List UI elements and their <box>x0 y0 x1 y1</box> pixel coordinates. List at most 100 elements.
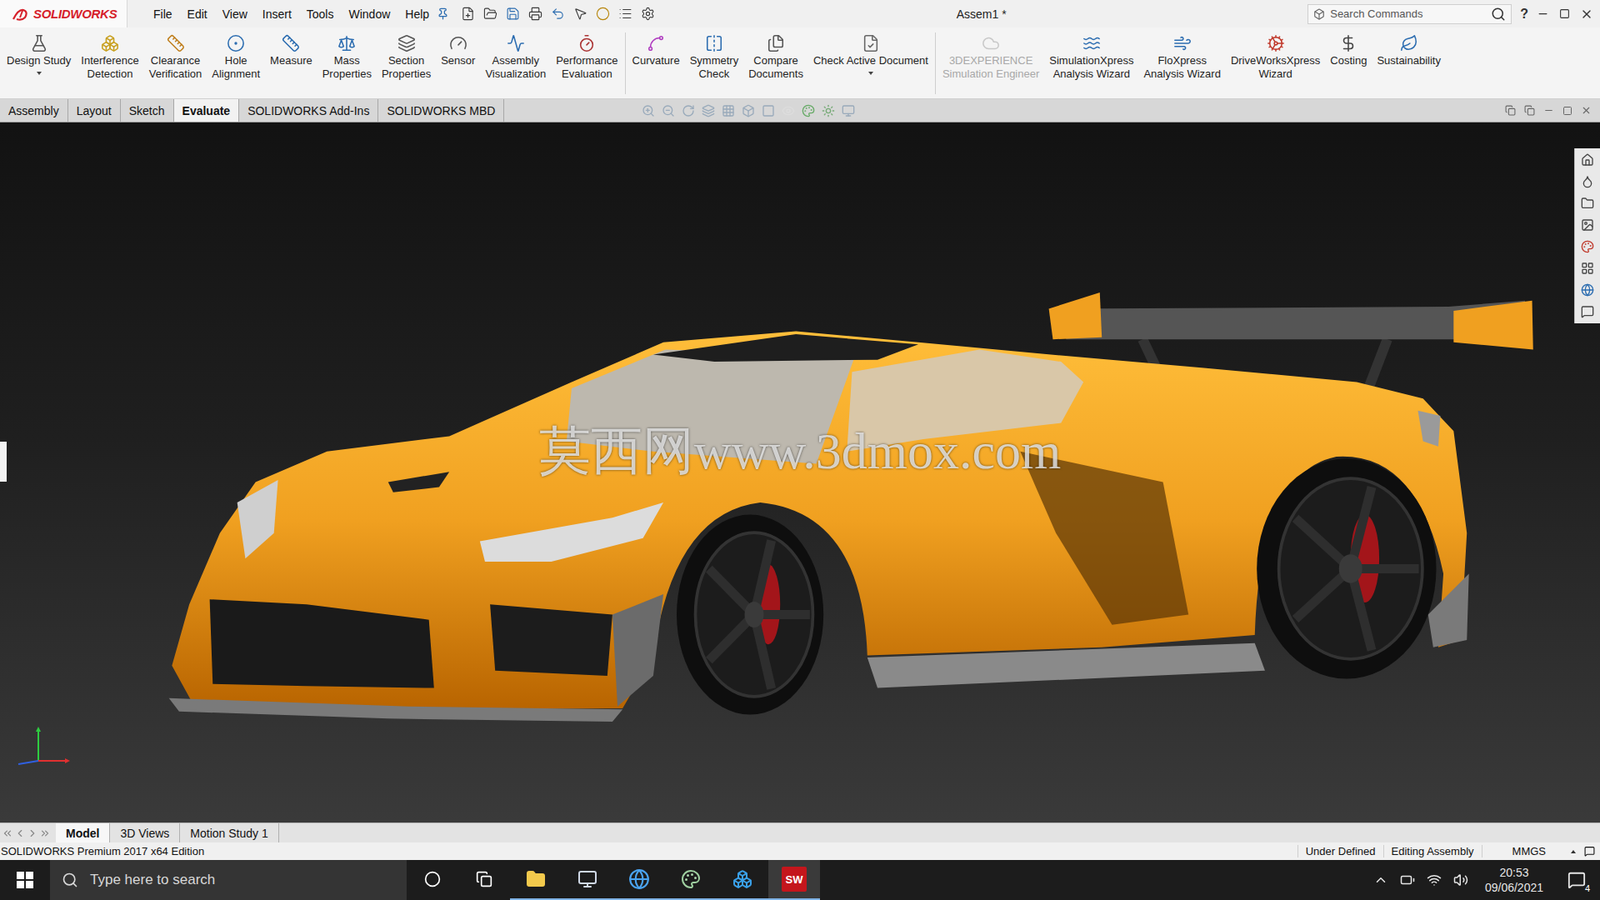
resources-icon[interactable] <box>1580 153 1595 167</box>
print-icon[interactable] <box>528 6 543 21</box>
tile-icon[interactable] <box>1505 105 1516 116</box>
ribbon-button[interactable]: FloXpressAnalysis Wizard <box>1138 32 1225 81</box>
taskbar-app[interactable] <box>665 860 717 900</box>
command-tab[interactable]: Evaluate <box>174 99 240 122</box>
pin-icon[interactable] <box>436 7 450 20</box>
hide-show-icon[interactable] <box>781 104 795 118</box>
doc-minimize-icon[interactable] <box>1543 105 1555 116</box>
taskbar-app[interactable]: SW <box>768 860 820 900</box>
command-tab[interactable]: SOLIDWORKS Add-Ins <box>239 99 379 122</box>
ribbon-button[interactable]: Check Active Document <box>808 32 934 75</box>
display-style-icon[interactable] <box>761 104 775 118</box>
ribbon-button[interactable]: CompareDocuments <box>743 32 809 81</box>
ribbon-button[interactable]: Sensor <box>435 32 480 68</box>
dynamic-annotation-icon[interactable] <box>721 104 735 118</box>
new-file-icon[interactable] <box>460 6 475 21</box>
menu-item[interactable]: Insert <box>255 4 300 25</box>
search-icon[interactable] <box>1490 6 1506 22</box>
cascade-icon[interactable] <box>1524 105 1535 116</box>
search-commands[interactable]: Search Commands <box>1307 4 1512 25</box>
menu-item[interactable]: View <box>215 4 255 25</box>
menu-item[interactable]: Help <box>397 4 437 25</box>
model-tab[interactable]: Motion Study 1 <box>180 823 279 843</box>
menu-item[interactable]: Tools <box>299 4 342 25</box>
taskbar-app[interactable] <box>716 860 769 900</box>
undo-icon[interactable] <box>550 6 565 21</box>
command-tab[interactable]: Sketch <box>120 99 175 122</box>
zoom-area-icon[interactable] <box>661 104 675 118</box>
cortana-button[interactable] <box>406 860 459 900</box>
ribbon-button[interactable]: Design Study <box>1 32 76 75</box>
menu-item[interactable]: Edit <box>180 4 215 25</box>
status-message-icon[interactable] <box>1584 845 1595 857</box>
ribbon-button[interactable]: AssemblyVisualization <box>480 32 551 81</box>
start-button[interactable] <box>0 860 50 900</box>
clock[interactable]: 20:5309/06/2021 <box>1480 865 1549 895</box>
select-icon[interactable] <box>573 6 588 21</box>
section-view-icon[interactable] <box>701 104 715 118</box>
ribbon-button[interactable]: DriveWorksXpressWizard <box>1225 32 1325 81</box>
next-tab-icon[interactable] <box>26 827 39 840</box>
rebuild-icon[interactable] <box>595 6 610 21</box>
doc-restore-icon[interactable] <box>1562 105 1573 116</box>
command-tab[interactable]: Assembly <box>0 99 69 122</box>
minimize-icon[interactable] <box>1536 7 1550 20</box>
first-tab-icon[interactable] <box>1 827 14 840</box>
previous-tab-icon[interactable] <box>14 827 26 840</box>
ribbon-button[interactable]: HoleAlignment <box>206 32 265 81</box>
volume-icon[interactable] <box>1453 872 1469 888</box>
car-model[interactable] <box>168 288 1541 722</box>
menu-item[interactable]: File <box>145 4 180 25</box>
ribbon-button[interactable]: PerformanceEvaluation <box>550 32 623 81</box>
taskbar-app[interactable] <box>561 860 614 900</box>
help-button[interactable]: ? <box>1511 6 1537 22</box>
ribbon-button[interactable]: ClearanceVerification <box>144 32 208 81</box>
restore-icon[interactable] <box>1559 8 1570 20</box>
dropdown-caret[interactable] <box>868 71 874 75</box>
save-icon[interactable] <box>505 6 520 21</box>
options-icon[interactable] <box>640 6 655 21</box>
panel-handle[interactable] <box>0 441 7 482</box>
file-properties-icon[interactable] <box>618 6 633 21</box>
zoom-fit-icon[interactable] <box>641 104 655 118</box>
command-tab[interactable]: Layout <box>68 99 121 122</box>
ribbon-button[interactable]: Sustainability <box>1371 32 1446 68</box>
ribbon-button[interactable]: SymmetryCheck <box>685 32 745 81</box>
appearances-icon[interactable] <box>1580 240 1595 254</box>
forum-icon[interactable] <box>1580 283 1595 297</box>
last-tab-icon[interactable] <box>39 827 51 840</box>
dropdown-caret[interactable] <box>36 71 42 75</box>
previous-view-icon[interactable] <box>681 104 695 118</box>
doc-close-icon[interactable] <box>1580 105 1592 116</box>
task-view-button[interactable] <box>458 860 510 900</box>
file-explorer-icon[interactable] <box>1580 196 1595 210</box>
ribbon-button[interactable]: Curvature <box>627 32 685 68</box>
ribbon-button[interactable]: Costing <box>1325 32 1372 68</box>
view-settings-icon[interactable] <box>841 104 855 118</box>
taskbar-app[interactable] <box>613 860 665 900</box>
feedback-icon[interactable] <box>1580 305 1595 319</box>
command-tab[interactable]: SOLIDWORKS MBD <box>378 99 505 122</box>
custom-properties-icon[interactable] <box>1580 261 1595 275</box>
logo[interactable]: SOLIDWORKS <box>0 0 128 28</box>
battery-icon[interactable] <box>1400 872 1415 888</box>
ribbon-button[interactable]: MassProperties <box>317 32 377 81</box>
ribbon-button[interactable]: SimulationXpressAnalysis Wizard <box>1044 32 1139 81</box>
view-orientation-icon[interactable] <box>741 104 755 118</box>
model-tab[interactable]: Model <box>55 823 110 843</box>
units-selector[interactable]: MMGS <box>1481 845 1585 858</box>
taskbar-app[interactable] <box>510 860 562 900</box>
taskbar-search[interactable]: Type here to search <box>50 860 407 900</box>
network-icon[interactable] <box>1426 872 1442 888</box>
menu-item[interactable]: Window <box>340 4 398 25</box>
notification-center[interactable]: 4 <box>1560 863 1594 897</box>
ribbon-button[interactable]: Measure <box>265 32 318 68</box>
ribbon-button[interactable]: SectionProperties <box>376 32 436 81</box>
design-library-icon[interactable] <box>1580 175 1595 189</box>
apply-scene-icon[interactable] <box>821 104 835 118</box>
view-palette-icon[interactable] <box>1580 218 1595 232</box>
ribbon-button[interactable]: InterferenceDetection <box>75 32 144 81</box>
edit-appearance-icon[interactable] <box>801 104 815 118</box>
hidden-icons-icon[interactable] <box>1373 872 1389 888</box>
close-icon[interactable] <box>1580 7 1594 21</box>
